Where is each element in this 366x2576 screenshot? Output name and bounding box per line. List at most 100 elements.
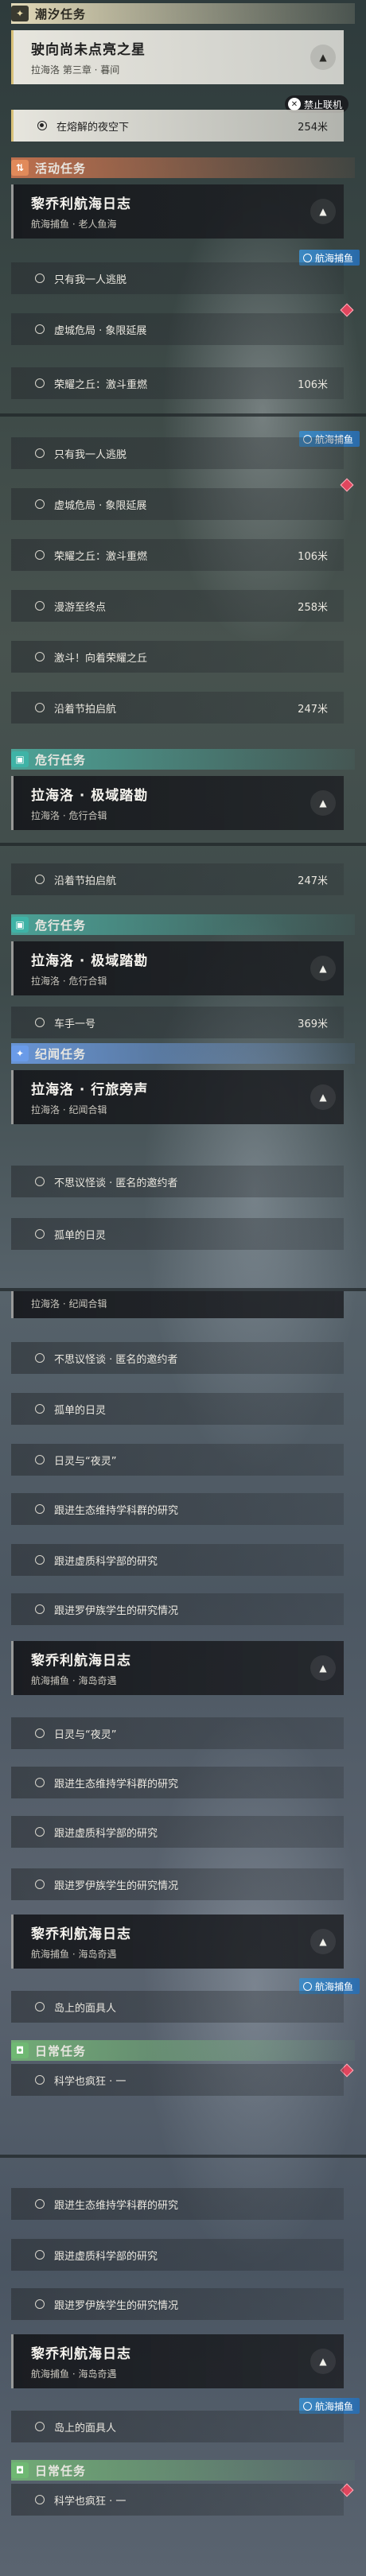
frame-7: 跟进罗伊族学生的研究情况 黎乔利航海日志 航海捕鱼 · 海岛奇遇 ▲ 航海捕鱼 … [0, 1856, 366, 2155]
objective-row[interactable]: 激斗！向着荣耀之丘 [11, 641, 344, 673]
objective-row[interactable]: 不思议怪谈 · 匿名的邀约者 [11, 1342, 344, 1374]
objective-label: 沿着节拍启航 [54, 703, 117, 716]
quest-subtitle: 拉海洛 · 纪闻合辑 [31, 1104, 107, 1115]
category-record[interactable]: ✦ 纪闻任务 [11, 1043, 355, 1064]
category-daily[interactable]: ◘ 日常任务 [11, 2040, 355, 2061]
category-activity[interactable]: ⇅ 活动任务 [11, 157, 355, 178]
objective-row[interactable]: 在熔解的夜空下 254米 [11, 110, 344, 142]
collapse-icon[interactable]: ▲ [310, 1929, 336, 1954]
collapse-icon[interactable]: ▲ [310, 199, 336, 224]
category-label: 潮汐任务 [35, 6, 87, 21]
objective-label: 不思议怪谈 · 匿名的邀约者 [54, 1177, 178, 1189]
objective-label: 漫游至终点 [54, 601, 107, 614]
objective-row[interactable]: 跟进生态维持学科群的研究 [11, 1493, 344, 1525]
collapse-icon[interactable]: ▲ [310, 956, 336, 981]
objective-row[interactable]: 跟进虚质科学部的研究 [11, 1544, 344, 1576]
category-danger[interactable]: ▣ 危行任务 [11, 914, 355, 935]
objective-radio-icon [35, 1728, 45, 1738]
collapse-icon[interactable]: ▲ [310, 1655, 336, 1681]
objective-radio-icon [35, 1455, 45, 1465]
quest-card[interactable]: 拉海洛 · 行旅旁声 拉海洛 · 纪闻合辑 ▲ [11, 1070, 344, 1124]
category-label: 日常任务 [35, 2043, 87, 2058]
objective-radio-icon [37, 121, 47, 130]
category-label: 危行任务 [35, 918, 87, 933]
collapse-icon[interactable]: ▲ [310, 1084, 336, 1110]
objective-row[interactable]: 荣耀之丘：激斗重燃 106米 [11, 367, 344, 399]
quest-subtitle: 航海捕鱼 · 海岛奇遇 [31, 2368, 117, 2380]
objective-row[interactable]: 跟进虚质科学部的研究 [11, 2239, 344, 2271]
quest-card[interactable]: 黎乔利航海日志 航海捕鱼 · 海岛奇遇 ▲ [11, 1915, 344, 1969]
objective-label: 日灵与“夜灵” [54, 1455, 117, 1468]
objective-radio-icon [35, 1018, 45, 1027]
quest-card[interactable]: 拉海洛 · 行旅旁声 拉海洛 · 纪闻合辑 [11, 1291, 344, 1318]
frame-5: 不思议怪谈 · 匿名的邀约者 孤单的日灵 [0, 1132, 366, 1288]
category-danger[interactable]: ▣ 危行任务 [11, 749, 355, 770]
objective-radio-icon [35, 2250, 45, 2260]
objective-label: 荣耀之丘：激斗重燃 [54, 550, 148, 563]
objective-row[interactable]: 科学也疯狂 · 一 [11, 2484, 344, 2516]
objective-row[interactable]: 跟进罗伊族学生的研究情况 [11, 1868, 344, 1900]
frame-6: 拉海洛 · 行旅旁声 拉海洛 · 纪闻合辑 不思议怪谈 · 匿名的邀约者 孤单的… [0, 1291, 366, 1856]
objective-row[interactable]: 漫游至终点 258米 [11, 590, 344, 622]
objective-row[interactable]: 车手一号 369米 [11, 1007, 344, 1038]
objective-row[interactable]: 岛上的面具人 [11, 1991, 344, 2023]
objective-radio-icon [35, 2199, 45, 2209]
objective-row[interactable]: 跟进生态维持学科群的研究 [11, 2188, 344, 2220]
collapse-icon[interactable]: ▲ [310, 790, 336, 816]
quest-card[interactable]: 黎乔利航海日志 航海捕鱼 · 海岛奇遇 ▲ [11, 2334, 344, 2388]
collapse-icon[interactable]: ▲ [310, 2349, 336, 2374]
quest-title: 拉海洛 · 行旅旁声 [31, 1291, 344, 1292]
objective-row[interactable]: 跟进生态维持学科群的研究 [11, 1767, 344, 1798]
quest-title: 黎乔利航海日志 [31, 1653, 131, 1669]
category-daily[interactable]: ◘ 日常任务 [11, 2460, 355, 2481]
quest-card[interactable]: 驶向尚未点亮之星 拉海洛 第三章 · 暮间 ▲ [11, 30, 344, 84]
objective-radio-icon [35, 703, 45, 712]
objective-row[interactable]: 跟进虚质科学部的研究 [11, 1816, 344, 1848]
objective-label: 荣耀之丘：激斗重燃 [54, 378, 148, 391]
objective-row[interactable]: 虚城危局 · 象限延展 [11, 488, 344, 520]
objective-row[interactable]: 日灵与“夜灵” [11, 1444, 344, 1476]
quest-title: 黎乔利航海日志 [31, 2346, 131, 2362]
objective-row[interactable]: 只有我一人逃脱 [11, 262, 344, 294]
objective-row[interactable]: 不思议怪谈 · 匿名的邀约者 [11, 1166, 344, 1197]
quest-card[interactable]: 黎乔利航海日志 航海捕鱼 · 海岛奇遇 ▲ [11, 1641, 344, 1695]
objective-radio-icon [35, 1177, 45, 1186]
objective-radio-icon [35, 550, 45, 560]
category-tide[interactable]: ✦ 潮汐任务 [11, 3, 355, 24]
objective-label: 沿着节拍启航 [54, 875, 117, 887]
objective-row[interactable]: 跟进罗伊族学生的研究情况 [11, 2288, 344, 2320]
objective-row[interactable]: 荣耀之丘：激斗重燃 106米 [11, 539, 344, 571]
quest-card[interactable]: 拉海洛 · 极域踏勘 拉海洛 · 危行合辑 ▲ [11, 941, 344, 995]
objective-label: 车手一号 [54, 1018, 96, 1030]
objective-distance: 247米 [298, 875, 328, 887]
objective-row[interactable]: 跟进罗伊族学生的研究情况 [11, 1593, 344, 1625]
objective-row[interactable]: 孤单的日灵 [11, 1218, 344, 1250]
objective-row[interactable]: 虚城危局 · 象限延展 [11, 313, 344, 345]
objective-row[interactable]: 孤单的日灵 [11, 1393, 344, 1425]
quest-card[interactable]: 拉海洛 · 极域踏勘 拉海洛 · 危行合辑 ▲ [11, 776, 344, 830]
objective-label: 跟进虚质科学部的研究 [54, 2250, 158, 2263]
quest-subtitle: 航海捕鱼 · 老人鱼海 [31, 219, 117, 230]
objective-label: 科学也疯狂 · 一 [54, 2075, 127, 2088]
quest-subtitle: 拉海洛 · 危行合辑 [31, 810, 107, 821]
objective-row[interactable]: 日灵与“夜灵” [11, 1717, 344, 1749]
objective-label: 科学也疯狂 · 一 [54, 2495, 127, 2508]
objective-radio-icon [35, 1229, 45, 1239]
objective-distance: 369米 [298, 1018, 328, 1030]
objective-radio-icon [35, 448, 45, 458]
objective-row[interactable]: 科学也疯狂 · 一 [11, 2064, 344, 2096]
objective-radio-icon [35, 1880, 45, 1889]
objective-row[interactable]: 沿着节拍启航 247米 [11, 863, 344, 895]
quest-card[interactable]: 黎乔利航海日志 航海捕鱼 · 老人鱼海 ▲ [11, 184, 344, 239]
objective-radio-icon [35, 378, 45, 388]
activity-icon: ⇅ [11, 160, 29, 176]
quest-subtitle: 航海捕鱼 · 海岛奇遇 [31, 1675, 117, 1686]
objective-distance: 258米 [298, 601, 328, 614]
objective-label: 激斗！向着荣耀之丘 [54, 652, 148, 665]
objective-row[interactable]: 沿着节拍启航 247米 [11, 692, 344, 724]
objective-row[interactable]: 岛上的面具人 [11, 2411, 344, 2442]
quest-subtitle: 航海捕鱼 · 海岛奇遇 [31, 1949, 117, 1960]
objective-row[interactable]: 只有我一人逃脱 [11, 437, 344, 469]
collapse-icon[interactable]: ▲ [310, 45, 336, 70]
objective-radio-icon [35, 274, 45, 283]
